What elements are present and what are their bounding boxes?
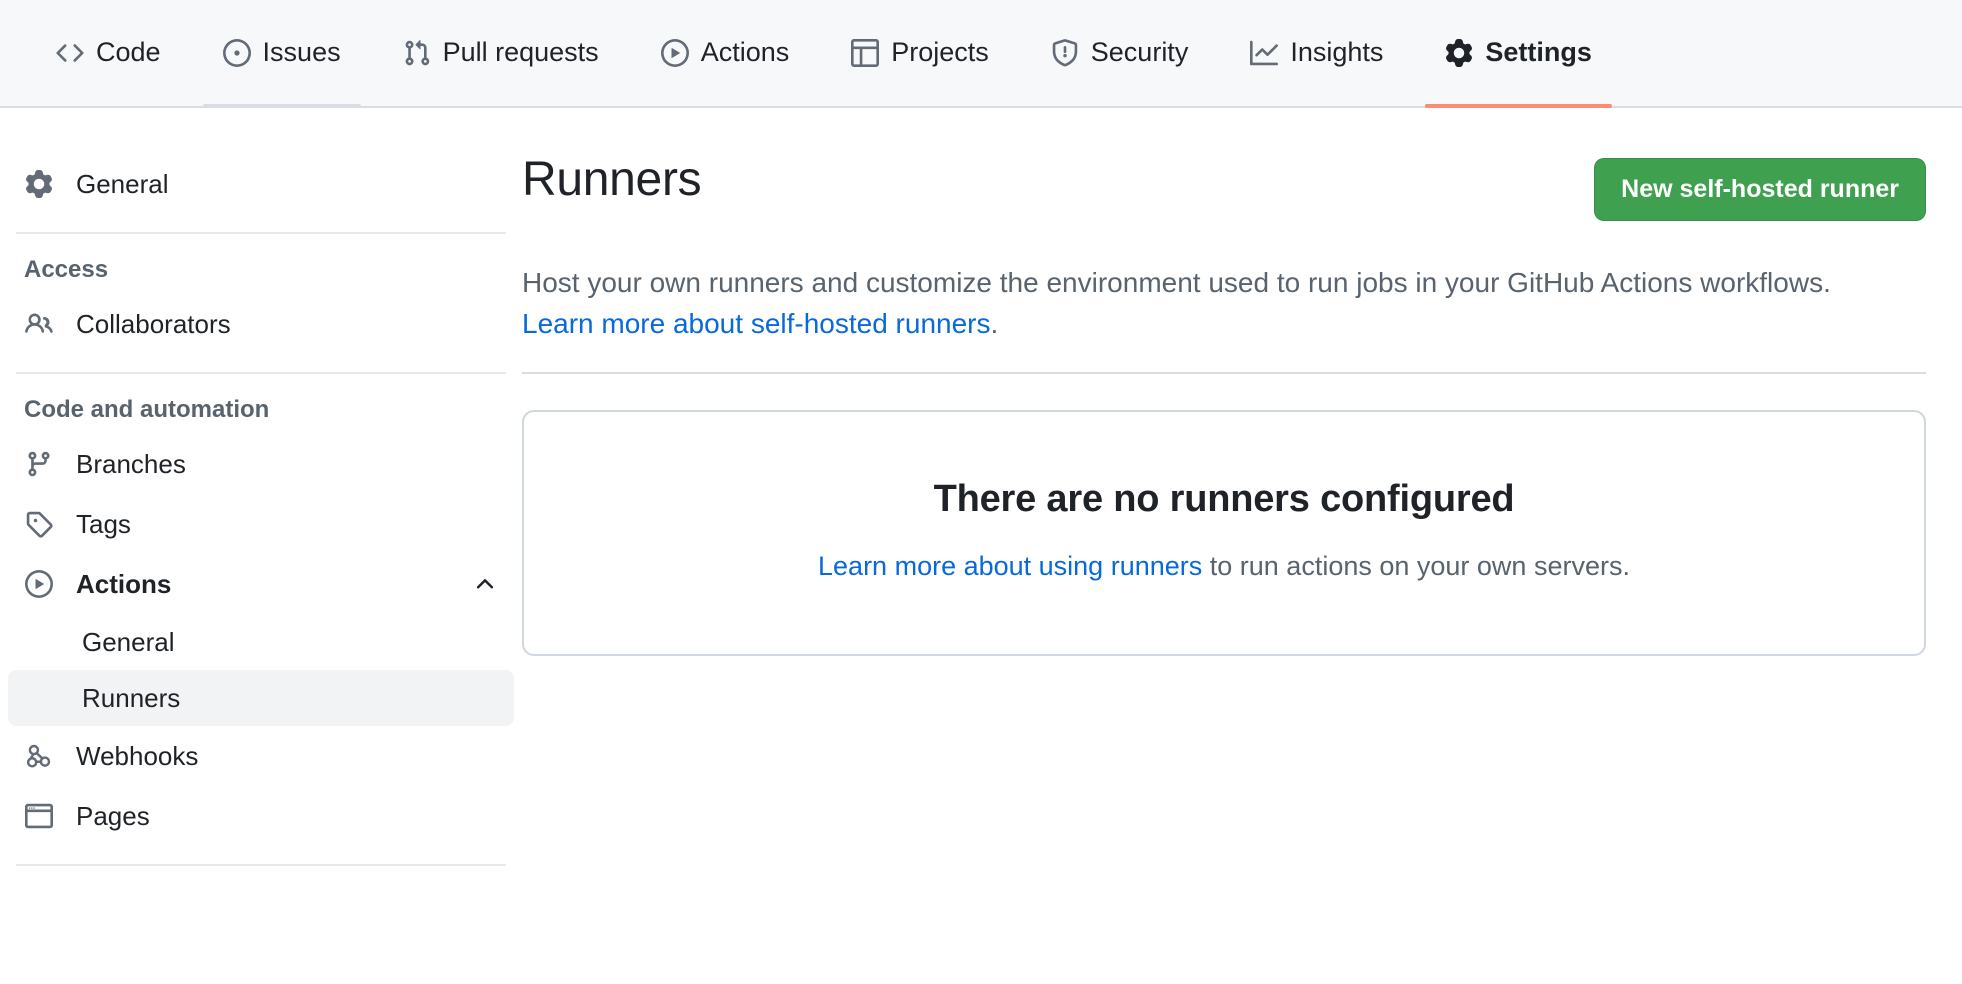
sidebar-item-tags-label: Tags bbox=[76, 508, 131, 539]
tab-actions[interactable]: Actions bbox=[635, 0, 816, 106]
tab-code-underline bbox=[36, 104, 181, 108]
gear-icon bbox=[24, 170, 54, 198]
tab-insights-label: Insights bbox=[1290, 36, 1384, 67]
tab-actions-label: Actions bbox=[700, 36, 790, 67]
tab-settings-label: Settings bbox=[1485, 36, 1592, 67]
tab-security-underline bbox=[1031, 104, 1209, 108]
tab-pull-requests-underline bbox=[383, 104, 619, 108]
browser-icon bbox=[24, 802, 54, 830]
page-title: Runners bbox=[522, 153, 702, 206]
tab-insights[interactable]: Insights bbox=[1224, 0, 1409, 106]
table-icon bbox=[851, 39, 880, 67]
empty-state-title: There are no runners configured bbox=[933, 478, 1515, 521]
sidebar-heading-code-automation: Code and automation bbox=[24, 396, 270, 423]
sidebar-item-collaborators-label: Collaborators bbox=[76, 308, 231, 339]
sidebar-item-branches[interactable]: Branches bbox=[8, 434, 514, 494]
runners-empty-state: There are no runners configured Learn mo… bbox=[522, 410, 1926, 657]
code-icon bbox=[56, 39, 84, 67]
people-icon bbox=[24, 310, 54, 338]
sidebar-item-actions[interactable]: Actions bbox=[8, 554, 514, 614]
page-body: General Access Collaborators Code and au… bbox=[0, 108, 1962, 882]
sidebar-item-webhooks-label: Webhooks bbox=[76, 740, 199, 771]
sidebar-item-tags[interactable]: Tags bbox=[8, 494, 514, 554]
runners-description: Host your own runners and customize the … bbox=[522, 263, 1902, 344]
tab-insights-underline bbox=[1230, 104, 1403, 108]
sidebar-item-actions-general[interactable]: General bbox=[8, 614, 514, 670]
tab-projects-label: Projects bbox=[891, 36, 989, 67]
tab-pull-requests[interactable]: Pull requests bbox=[377, 0, 625, 106]
repository-nav-list: Code Issues Pull requests Actions Projec… bbox=[30, 0, 1628, 108]
learn-more-using-runners-link[interactable]: Learn more about using runners bbox=[818, 551, 1202, 581]
graph-icon bbox=[1250, 39, 1279, 67]
tab-issues-label: Issues bbox=[262, 36, 341, 67]
sidebar-item-general[interactable]: General bbox=[8, 154, 514, 214]
sidebar-item-branches-label: Branches bbox=[76, 448, 186, 479]
tag-icon bbox=[24, 510, 54, 538]
runners-header: Runners New self-hosted runner bbox=[522, 153, 1926, 221]
webhook-icon bbox=[24, 742, 54, 770]
settings-sidebar: General Access Collaborators Code and au… bbox=[0, 154, 522, 882]
sidebar-item-general-label: General bbox=[76, 168, 169, 199]
tab-projects-underline bbox=[831, 104, 1009, 108]
sidebar-item-pages[interactable]: Pages bbox=[8, 786, 514, 846]
tab-settings-underline bbox=[1425, 104, 1612, 108]
sidebar-heading-access: Access bbox=[24, 256, 109, 283]
tab-projects[interactable]: Projects bbox=[825, 0, 1015, 106]
runners-description-text: Host your own runners and customize the … bbox=[522, 267, 1831, 298]
sidebar-item-actions-runners-label: Runners bbox=[82, 682, 181, 713]
sidebar-item-actions-label: Actions bbox=[76, 568, 172, 599]
repository-nav: Code Issues Pull requests Actions Projec… bbox=[0, 0, 1962, 108]
tab-code[interactable]: Code bbox=[30, 0, 187, 106]
new-self-hosted-runner-button[interactable]: New self-hosted runner bbox=[1594, 158, 1926, 221]
tab-code-label: Code bbox=[96, 36, 161, 67]
sidebar-item-collaborators[interactable]: Collaborators bbox=[8, 294, 514, 354]
sidebar-divider-3 bbox=[16, 864, 506, 866]
main-content: Runners New self-hosted runner Host your… bbox=[522, 153, 1962, 657]
learn-more-self-hosted-runners-link[interactable]: Learn more about self-hosted runners bbox=[522, 308, 991, 339]
empty-state-subtitle-text: to run actions on your own servers. bbox=[1202, 551, 1630, 582]
issue-opened-icon bbox=[222, 39, 251, 67]
git-branch-icon bbox=[24, 450, 54, 478]
shield-exclamation-icon bbox=[1051, 39, 1079, 67]
play-icon bbox=[660, 39, 689, 67]
tab-settings[interactable]: Settings bbox=[1419, 0, 1618, 108]
play-icon bbox=[24, 570, 54, 598]
sidebar-item-actions-general-label: General bbox=[82, 626, 175, 657]
sidebar-item-pages-label: Pages bbox=[76, 800, 150, 831]
tab-actions-underline bbox=[641, 104, 810, 108]
sidebar-item-actions-runners[interactable]: Runners bbox=[8, 670, 514, 726]
gear-icon bbox=[1445, 39, 1473, 67]
tab-security[interactable]: Security bbox=[1025, 0, 1215, 106]
tab-issues-underline bbox=[202, 104, 361, 108]
sidebar-item-webhooks[interactable]: Webhooks bbox=[8, 726, 514, 786]
tab-pull-requests-label: Pull requests bbox=[442, 36, 599, 67]
tab-security-label: Security bbox=[1090, 36, 1189, 67]
runners-description-period: . bbox=[990, 307, 999, 339]
sidebar-divider-1 bbox=[16, 232, 506, 234]
sidebar-divider-2 bbox=[16, 372, 506, 374]
chevron-up-icon[interactable] bbox=[472, 571, 498, 597]
git-pull-request-icon bbox=[403, 39, 431, 67]
tab-issues[interactable]: Issues bbox=[197, 0, 367, 108]
empty-state-subtitle: Learn more about using runners to run ac… bbox=[554, 551, 1894, 582]
content-divider bbox=[522, 372, 1926, 375]
